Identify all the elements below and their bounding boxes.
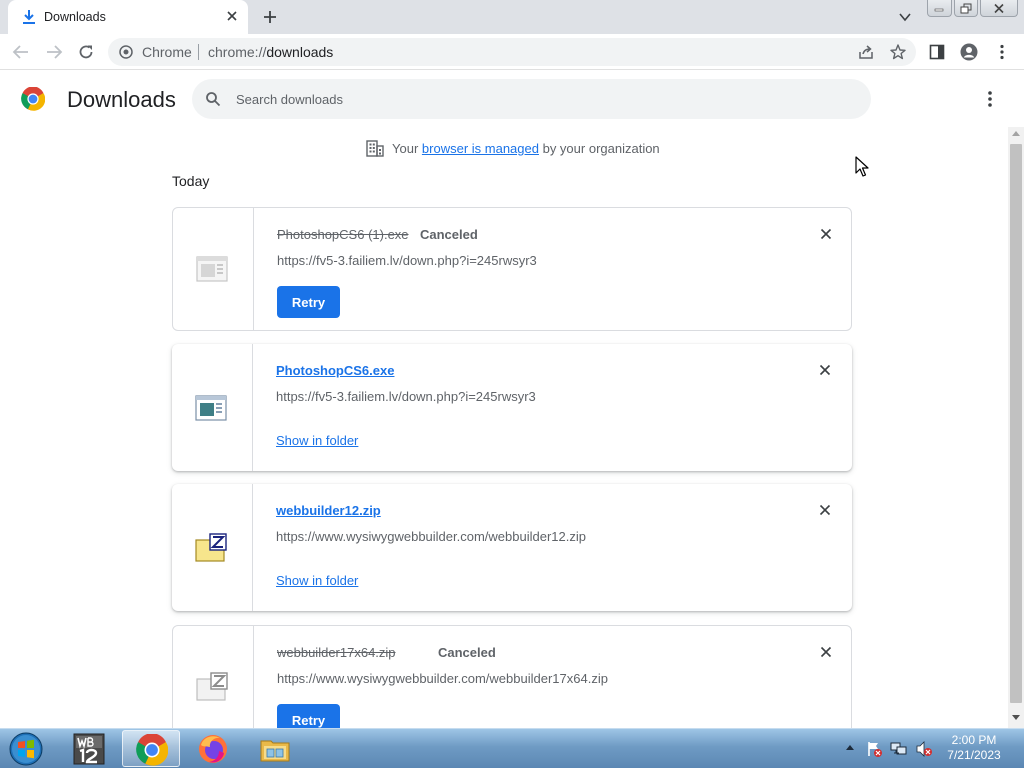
- zip-file-icon: [196, 672, 228, 701]
- source-url: https://fv5-3.failiem.lv/down.php?i=245r…: [276, 389, 536, 404]
- taskbar-firefox[interactable]: [184, 730, 242, 767]
- reload-icon[interactable]: [77, 43, 95, 61]
- managed-suffix: by your organization: [542, 141, 660, 156]
- bookmark-star-icon[interactable]: [889, 43, 907, 61]
- system-clock[interactable]: 2:00 PM 7/21/2023: [940, 733, 1008, 763]
- managed-prefix: Your: [392, 141, 419, 156]
- remove-item-icon[interactable]: [819, 227, 833, 241]
- source-url: https://fv5-3.failiem.lv/down.php?i=245r…: [277, 253, 537, 268]
- new-tab-icon[interactable]: [262, 9, 278, 25]
- scroll-down-arrow-icon[interactable]: [1012, 715, 1020, 720]
- browser-managed-link[interactable]: browser is managed: [422, 141, 539, 156]
- remove-item-icon[interactable]: [818, 363, 832, 377]
- download-item: webbuilder12.zip https://www.wysiwygwebb…: [172, 484, 852, 611]
- network-status-icon[interactable]: [890, 740, 908, 758]
- download-status: Canceled: [420, 227, 478, 242]
- taskbar-chrome[interactable]: [122, 730, 180, 767]
- source-url: https://www.wysiwygwebbuilder.com/webbui…: [277, 671, 608, 686]
- exe-file-icon: [195, 394, 227, 421]
- download-status: Canceled: [438, 645, 496, 660]
- download-item: webbuilder17x64.zip Canceled https://www…: [172, 625, 852, 728]
- close-tab-icon[interactable]: [224, 8, 240, 24]
- zip-file-icon: [195, 532, 227, 562]
- omnibox-divider: [198, 44, 199, 60]
- chrome-logo-icon: [21, 87, 45, 111]
- share-icon[interactable]: [857, 43, 875, 61]
- url-path: downloads: [266, 44, 334, 60]
- mouse-cursor-icon: [855, 156, 869, 177]
- profile-avatar-icon[interactable]: [960, 43, 978, 61]
- file-icon-column: [173, 208, 254, 330]
- taskbar: 2:00 PM 7/21/2023: [0, 728, 1024, 768]
- page-title: Downloads: [67, 87, 176, 112]
- url-protocol: chrome://: [208, 44, 267, 60]
- file-icon-column: [173, 626, 254, 728]
- browser-menu-icon[interactable]: [993, 43, 1011, 61]
- minimize-button[interactable]: [927, 0, 952, 17]
- restore-icon: [960, 3, 972, 13]
- downloads-header: Downloads: [0, 71, 1024, 127]
- browser-toolbar: Chrome chrome://downloads: [0, 34, 1024, 70]
- side-panel-icon[interactable]: [928, 43, 946, 61]
- remove-item-icon[interactable]: [818, 503, 832, 517]
- search-input[interactable]: [236, 89, 836, 109]
- organization-building-icon: [366, 140, 384, 157]
- scrollbar-thumb[interactable]: [1010, 144, 1022, 703]
- show-hidden-icons-chevron-icon[interactable]: [846, 745, 854, 750]
- file-name: PhotoshopCS6 (1).exe: [277, 227, 409, 242]
- scroll-up-arrow-icon[interactable]: [1012, 131, 1020, 136]
- downloads-list: Your browser is managed by your organiza…: [0, 127, 1008, 728]
- retry-button[interactable]: Retry: [277, 286, 340, 318]
- start-orb-icon[interactable]: [4, 731, 48, 767]
- minimize-icon: [934, 8, 944, 12]
- more-actions-icon[interactable]: [980, 88, 1000, 110]
- file-name-link[interactable]: PhotoshopCS6.exe: [276, 363, 394, 378]
- tab-strip: Downloads: [0, 0, 1024, 34]
- download-item: PhotoshopCS6 (1).exe Canceled https://fv…: [172, 207, 852, 331]
- clock-time: 2:00 PM: [951, 733, 997, 747]
- site-label: Chrome: [142, 44, 192, 60]
- close-window-button[interactable]: [980, 0, 1018, 17]
- file-icon-column: [172, 484, 253, 611]
- managed-notice-text: Your browser is managed by your organiza…: [392, 141, 660, 156]
- file-name: webbuilder17x64.zip: [277, 645, 396, 660]
- action-center-flag-icon[interactable]: [865, 740, 883, 758]
- file-explorer-icon: [260, 740, 290, 762]
- chrome-icon: [136, 734, 168, 766]
- close-window-icon: [994, 3, 1004, 13]
- url-text[interactable]: chrome://downloads: [208, 44, 333, 60]
- window-controls: [927, 0, 1018, 18]
- tab-title: Downloads: [44, 10, 106, 24]
- forward-arrow-icon[interactable]: [45, 43, 63, 61]
- show-in-folder-link[interactable]: Show in folder: [276, 433, 358, 448]
- file-icon-column: [172, 344, 253, 471]
- volume-muted-icon[interactable]: [915, 740, 933, 758]
- chrome-site-icon[interactable]: [119, 45, 133, 59]
- taskbar-explorer[interactable]: [246, 730, 304, 767]
- date-section-label: Today: [172, 173, 210, 189]
- search-box[interactable]: [192, 79, 871, 119]
- clock-date: 7/21/2023: [947, 748, 1001, 762]
- file-name-link[interactable]: webbuilder12.zip: [276, 503, 381, 518]
- tab-search-chevron-icon[interactable]: [898, 10, 912, 24]
- remove-item-icon[interactable]: [819, 645, 833, 659]
- back-arrow-icon[interactable]: [12, 43, 30, 61]
- taskbar-webbuilder[interactable]: [60, 730, 118, 767]
- source-url: https://www.wysiwygwebbuilder.com/webbui…: [276, 529, 586, 544]
- vertical-scrollbar[interactable]: [1008, 127, 1024, 728]
- tab-downloads[interactable]: Downloads: [8, 0, 248, 34]
- exe-file-icon: [196, 256, 228, 282]
- retry-button[interactable]: Retry: [277, 704, 340, 728]
- search-icon: [206, 92, 221, 107]
- download-item: PhotoshopCS6.exe https://fv5-3.failiem.l…: [172, 344, 852, 471]
- restore-button[interactable]: [953, 0, 978, 17]
- firefox-icon: [199, 735, 227, 763]
- download-icon: [23, 10, 35, 24]
- address-bar[interactable]: Chrome chrome://downloads: [108, 38, 916, 66]
- webbuilder-12-icon: [73, 733, 105, 765]
- show-in-folder-link[interactable]: Show in folder: [276, 573, 358, 588]
